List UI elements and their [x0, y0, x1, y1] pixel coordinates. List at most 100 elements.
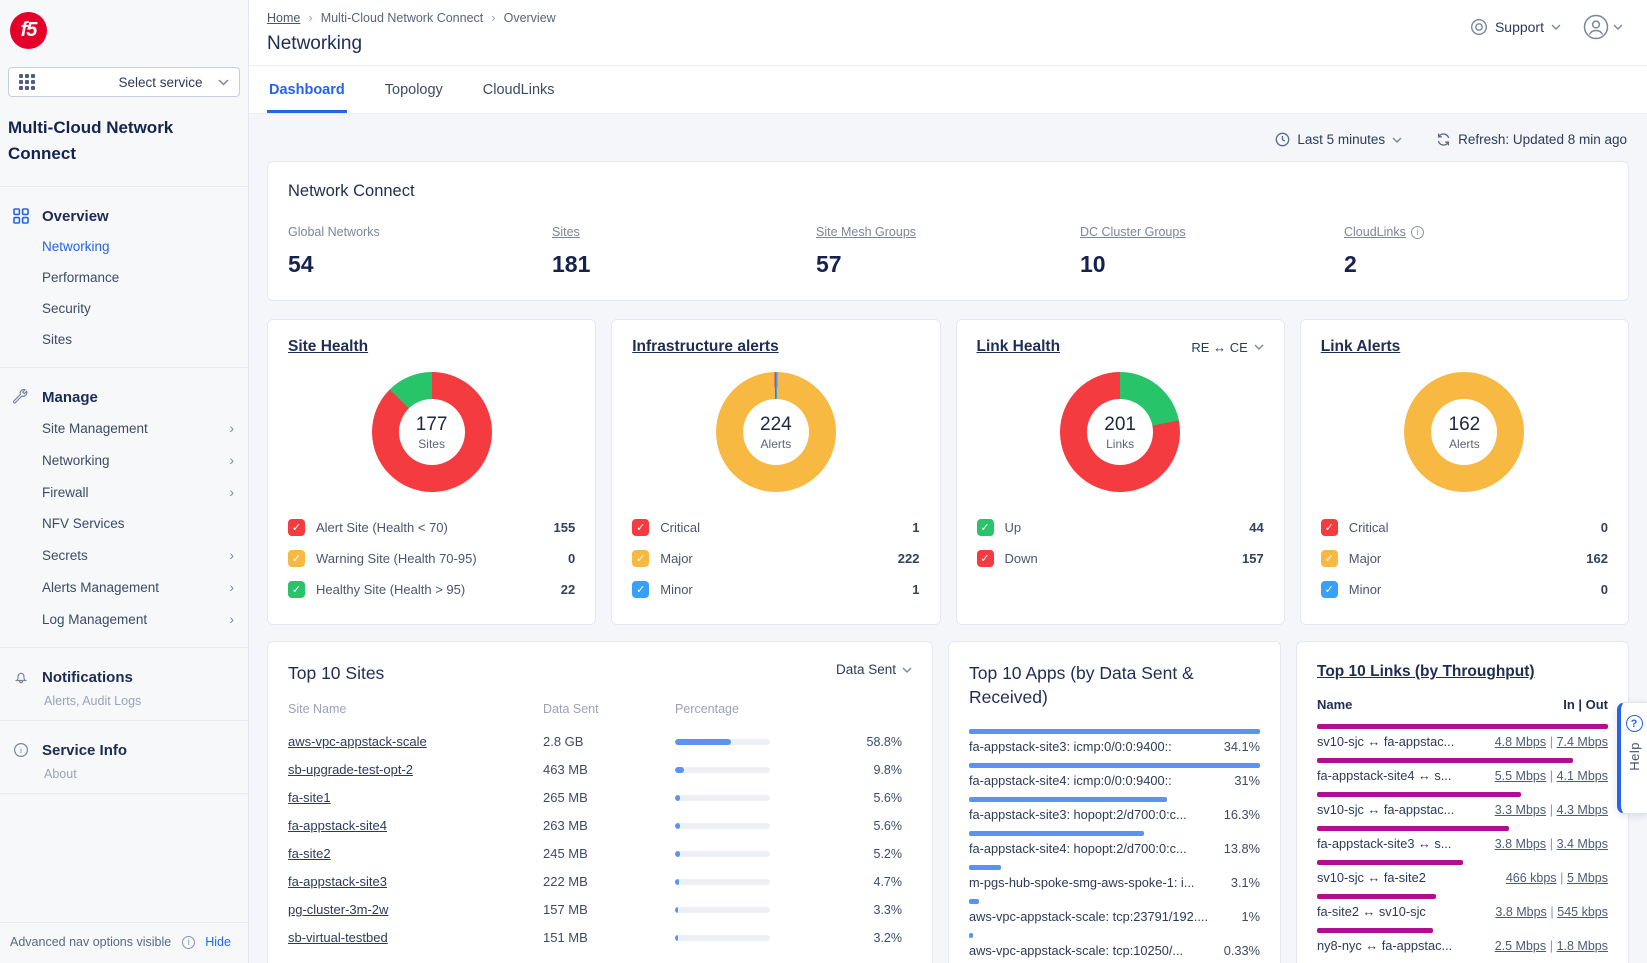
site-link[interactable]: sb-virtual-testbed	[288, 930, 543, 945]
link-health-title[interactable]: Link Health	[977, 338, 1061, 356]
out-value[interactable]: 7.4 Mbps	[1557, 735, 1608, 749]
in-value[interactable]: 5.5 Mbps	[1495, 769, 1546, 783]
sidebar-item-networking[interactable]: Networking	[8, 231, 240, 262]
chevron-down-icon	[1551, 24, 1561, 30]
in-value[interactable]: 4.8 Mbps	[1495, 735, 1546, 749]
sidebar-section-notifications[interactable]: Notifications	[8, 662, 240, 692]
app-label[interactable]: fa-appstack-site4: hopopt:2/d700:0:c...	[969, 841, 1216, 856]
stat-cloudlinks: CloudLinksi 2	[1344, 223, 1608, 278]
cloudlinks-link[interactable]: CloudLinks	[1344, 225, 1406, 239]
top-sites-sort-selector[interactable]: Data Sent	[836, 662, 912, 677]
site-mesh-groups-link[interactable]: Site Mesh Groups	[816, 225, 916, 239]
checkbox-orange[interactable]: ✓	[1321, 550, 1338, 567]
link-alerts-donut-chart[interactable]: 162 Alerts	[1404, 372, 1524, 492]
link-name[interactable]: sv10-sjc ↔ fa-site2	[1317, 870, 1498, 885]
checkbox-green[interactable]: ✓	[977, 519, 994, 536]
site-link[interactable]: sb-upgrade-test-opt-2	[288, 762, 543, 777]
out-value[interactable]: 5 Mbps	[1567, 871, 1608, 885]
breadcrumb-home-link[interactable]: Home	[267, 11, 300, 25]
out-value[interactable]: 3.4 Mbps	[1557, 837, 1608, 851]
site-health-donut-chart[interactable]: 177 Sites	[372, 372, 492, 492]
link-health-donut-chart[interactable]: 201 Links	[1060, 372, 1180, 492]
top-links-title[interactable]: Top 10 Links (by Throughput)	[1317, 662, 1535, 683]
sidebar-item-sites[interactable]: Sites	[8, 324, 240, 355]
support-menu[interactable]: Support	[1470, 18, 1561, 36]
chevron-right-icon: ›	[229, 579, 234, 595]
checkbox-blue[interactable]: ✓	[632, 581, 649, 598]
out-value[interactable]: 1.8 Mbps	[1557, 939, 1608, 953]
app-label[interactable]: aws-vpc-appstack-scale: tcp:23791/192...…	[969, 909, 1234, 924]
in-value[interactable]: 466 kbps	[1506, 871, 1557, 885]
app-label[interactable]: fa-appstack-site3: icmp:0/0:0:9400::	[969, 739, 1216, 754]
sidebar-item-alerts-management[interactable]: Alerts Management›	[8, 571, 240, 603]
in-value[interactable]: 3.3 Mbps	[1495, 803, 1546, 817]
out-value[interactable]: 4.3 Mbps	[1557, 803, 1608, 817]
stat-sites: Sites 181	[552, 223, 816, 278]
link-name[interactable]: ny8-nyc ↔ fa-appstac...	[1317, 938, 1487, 953]
help-tab[interactable]: ? Help	[1617, 702, 1647, 814]
info-icon[interactable]: i	[1411, 226, 1424, 239]
app-label[interactable]: fa-appstack-site3: hopopt:2/d700:0:c...	[969, 807, 1216, 822]
refresh-button[interactable]: Refresh: Updated 8 min ago	[1436, 132, 1627, 147]
infrastructure-alerts-title[interactable]: Infrastructure alerts	[632, 338, 778, 356]
link-name[interactable]: fa-appstack-site4 ↔ s...	[1317, 768, 1487, 783]
info-icon: i	[182, 936, 195, 949]
site-health-title[interactable]: Site Health	[288, 338, 368, 356]
checkbox-orange[interactable]: ✓	[632, 550, 649, 567]
tab-dashboard[interactable]: Dashboard	[267, 66, 347, 113]
sidebar-item-networking-manage[interactable]: Networking›	[8, 444, 240, 476]
checkbox-green[interactable]: ✓	[288, 581, 305, 598]
app-label[interactable]: m-pgs-hub-spoke-smg-aws-spoke-1: i...	[969, 875, 1223, 890]
site-link[interactable]: fa-appstack-site3	[288, 874, 543, 889]
checkbox-red[interactable]: ✓	[632, 519, 649, 536]
sidebar-section-service-info[interactable]: i Service Info	[8, 735, 240, 765]
link-name[interactable]: fa-appstack-site3 ↔ s...	[1317, 836, 1487, 851]
in-value[interactable]: 2.5 Mbps	[1495, 939, 1546, 953]
link-health-filter[interactable]: RE ↔ CE	[1191, 340, 1263, 355]
in-value[interactable]: 3.8 Mbps	[1495, 837, 1546, 851]
checkbox-red[interactable]: ✓	[288, 519, 305, 536]
out-value[interactable]: 4.1 Mbps	[1557, 769, 1608, 783]
app-bar	[969, 933, 973, 938]
out-value[interactable]: 545 kbps	[1557, 905, 1608, 919]
top-sites-header: Site NameData SentPercentage	[288, 702, 912, 728]
f5-logo-icon[interactable]: f5	[10, 12, 47, 49]
site-link[interactable]: pg-cluster-3m-2w	[288, 902, 543, 917]
link-name[interactable]: sv10-sjc ↔ fa-appstac...	[1317, 802, 1487, 817]
checkbox-red[interactable]: ✓	[1321, 519, 1338, 536]
sidebar-item-nfv-services[interactable]: NFV Services	[8, 508, 240, 539]
dc-cluster-groups-link[interactable]: DC Cluster Groups	[1080, 225, 1186, 239]
in-value[interactable]: 3.8 Mbps	[1495, 905, 1546, 919]
link-name[interactable]: sv10-sjc ↔ fa-appstac...	[1317, 734, 1487, 749]
sidebar-item-security[interactable]: Security	[8, 293, 240, 324]
infrastructure-alerts-donut-chart[interactable]: 224 Alerts	[716, 372, 836, 492]
site-link[interactable]: fa-site2	[288, 846, 543, 861]
tab-cloudlinks[interactable]: CloudLinks	[481, 66, 557, 113]
sidebar-section-overview[interactable]: Overview	[8, 201, 240, 231]
time-range-selector[interactable]: Last 5 minutes	[1275, 132, 1402, 147]
service-selector[interactable]: Select service	[8, 67, 240, 97]
top-links-card: Top 10 Links (by Throughput) NameIn | Ou…	[1296, 641, 1629, 963]
site-link[interactable]: aws-vpc-appstack-scale	[288, 734, 543, 749]
sidebar-item-firewall[interactable]: Firewall›	[8, 476, 240, 508]
site-link[interactable]: fa-site1	[288, 790, 543, 805]
hide-nav-link[interactable]: Hide	[205, 935, 231, 949]
tab-topology[interactable]: Topology	[383, 66, 445, 113]
site-link[interactable]: fa-appstack-site4	[288, 818, 543, 833]
checkbox-orange[interactable]: ✓	[288, 550, 305, 567]
sites-link[interactable]: Sites	[552, 225, 580, 239]
checkbox-red[interactable]: ✓	[977, 550, 994, 567]
sidebar-section-manage[interactable]: Manage	[8, 382, 240, 412]
sidebar-item-secrets[interactable]: Secrets›	[8, 539, 240, 571]
checkbox-blue[interactable]: ✓	[1321, 581, 1338, 598]
sidebar-item-site-management[interactable]: Site Management›	[8, 412, 240, 444]
sidebar-item-log-management[interactable]: Log Management›	[8, 603, 240, 635]
app-label[interactable]: aws-vpc-appstack-scale: tcp:10250/...	[969, 943, 1216, 958]
list-item: fa-appstack-site4: icmp:0/0:0:9400::31%	[969, 763, 1260, 788]
legend-item: ✓ Up 44	[977, 512, 1264, 543]
app-label[interactable]: fa-appstack-site4: icmp:0/0:0:9400::	[969, 773, 1226, 788]
link-name[interactable]: fa-site2 ↔ sv10-sjc	[1317, 904, 1487, 919]
link-alerts-title[interactable]: Link Alerts	[1321, 338, 1401, 356]
sidebar-item-performance[interactable]: Performance	[8, 262, 240, 293]
account-menu[interactable]	[1583, 14, 1623, 40]
